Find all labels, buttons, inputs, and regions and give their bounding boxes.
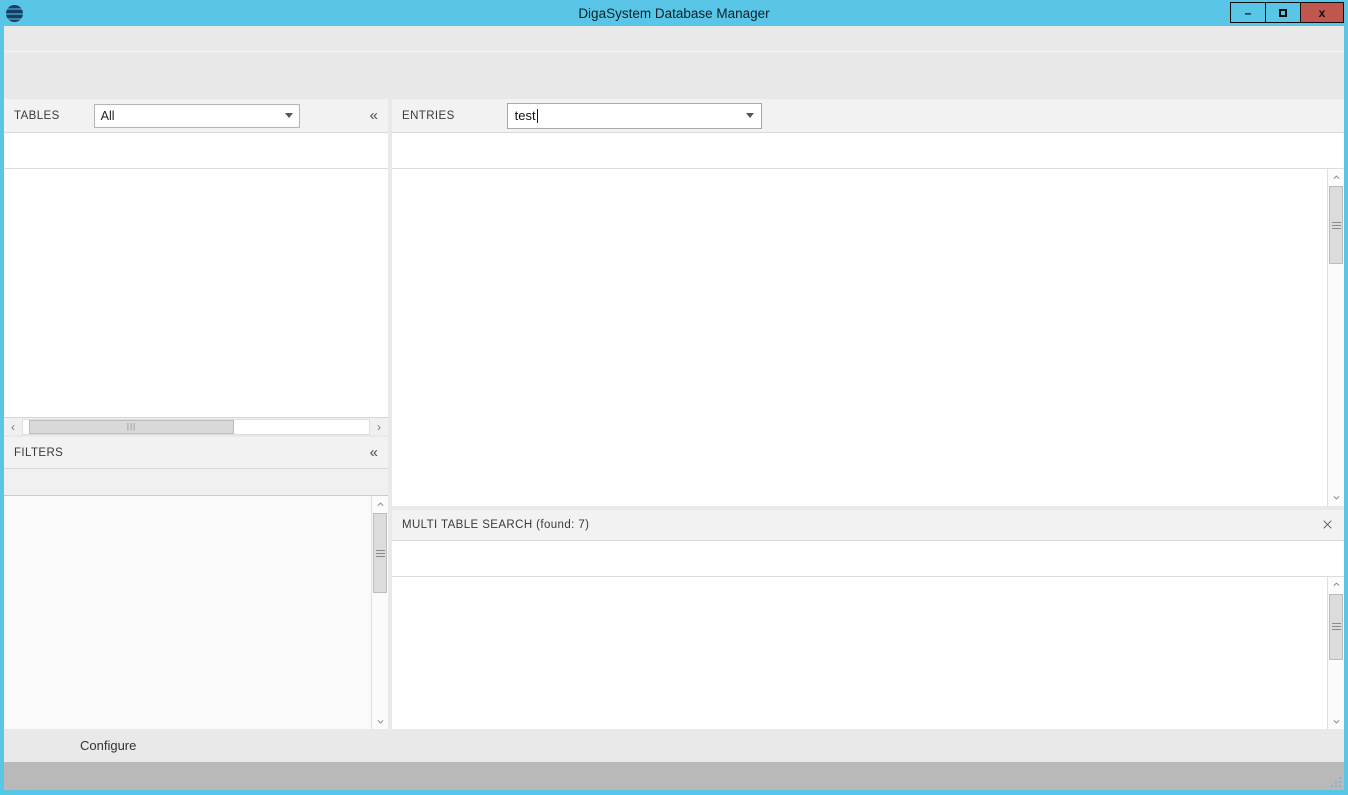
title-bar: DigaSystem Database Manager – x — [0, 0, 1348, 26]
scrollbar-thumb[interactable]: ||| — [29, 420, 234, 434]
tables-list — [4, 169, 388, 417]
multi-scrollbar[interactable] — [1327, 577, 1344, 729]
chevron-down-icon — [746, 113, 754, 118]
status-bar — [4, 762, 1344, 790]
entries-panel: ENTRIES test — [392, 99, 1344, 506]
filters-panel-title: FILTERS — [14, 447, 63, 459]
menu-bar — [4, 26, 1344, 52]
entries-panel-title: ENTRIES — [402, 110, 455, 122]
scrollbar-thumb[interactable] — [1329, 594, 1343, 660]
resize-grip[interactable] — [1331, 777, 1341, 787]
scroll-up-icon[interactable] — [372, 496, 388, 512]
quick-button-bar: Configure — [4, 729, 1344, 762]
text-cursor — [537, 109, 538, 123]
scroll-up-icon[interactable] — [1328, 169, 1344, 185]
multi-table-search-panel: MULTI TABLE SEARCH (found: 7) — [392, 510, 1344, 729]
close-icon[interactable] — [1321, 518, 1334, 531]
chevron-down-icon — [285, 113, 293, 118]
scroll-up-icon[interactable] — [1328, 577, 1344, 593]
scroll-down-icon[interactable] — [372, 713, 388, 729]
multi-search-title: MULTI TABLE SEARCH (found: 7) — [402, 519, 589, 531]
multi-column-header — [392, 541, 1344, 577]
maximize-button[interactable] — [1265, 2, 1301, 23]
filters-tree — [4, 496, 388, 502]
configure-label: Configure — [80, 738, 136, 753]
entries-search-input[interactable]: test — [507, 103, 762, 129]
scroll-down-icon[interactable] — [1328, 713, 1344, 729]
toolbar — [4, 52, 1344, 99]
tables-filter-value: All — [101, 109, 285, 123]
configure-button[interactable]: Configure — [72, 738, 136, 753]
filters-scrollbar[interactable] — [371, 496, 388, 729]
app-window: DigaSystem Database Manager – x TABLES A… — [0, 0, 1348, 795]
collapse-panel-icon[interactable]: « — [370, 107, 378, 124]
scrollbar-thumb[interactable] — [1329, 186, 1343, 264]
entries-column-header — [392, 133, 1344, 169]
scroll-left-icon[interactable]: ‹ — [4, 419, 22, 435]
minimize-button[interactable]: – — [1230, 2, 1266, 23]
scrollbar-thumb[interactable] — [373, 513, 387, 593]
search-value: test — [515, 108, 536, 123]
close-button[interactable]: x — [1300, 2, 1344, 23]
collapse-panel-icon[interactable]: « — [370, 444, 378, 461]
filters-tabbar — [4, 469, 388, 496]
filters-panel: FILTERS « — [4, 437, 388, 729]
tables-column-header — [4, 133, 388, 169]
tables-filter-dropdown[interactable]: All — [94, 104, 300, 128]
window-title: DigaSystem Database Manager — [0, 6, 1348, 21]
tables-panel-title: TABLES — [14, 110, 60, 122]
tables-panel: TABLES All « ‹ ||| › — [4, 99, 388, 435]
entries-scrollbar[interactable] — [1327, 169, 1344, 506]
scroll-down-icon[interactable] — [1328, 490, 1344, 506]
scroll-right-icon[interactable]: › — [370, 419, 388, 435]
tables-horizontal-scrollbar[interactable]: ‹ ||| › — [4, 417, 388, 435]
